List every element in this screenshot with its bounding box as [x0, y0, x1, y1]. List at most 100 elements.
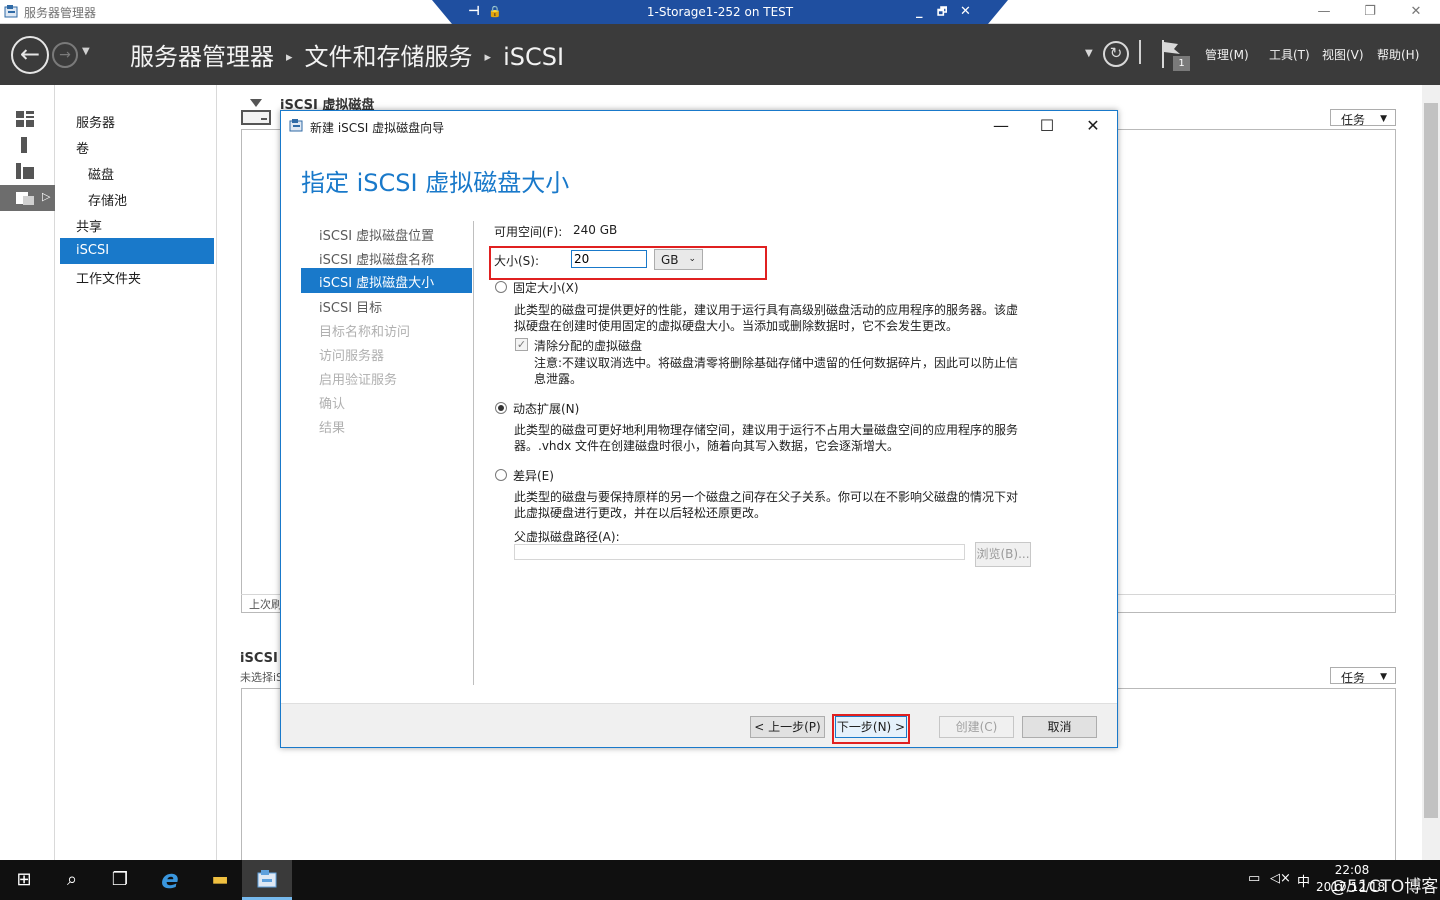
- fixed-size-desc-1: 此类型的磁盘可提供更好的性能，建议用于运行具有高级别磁盘活动的应用程序的服务器。…: [514, 303, 1019, 317]
- dynamic-expand-radio[interactable]: [495, 402, 507, 414]
- dynamic-expand-desc-2: 器。.vhdx 文件在创建磁盘时很小，随着向其写入数据，它会逐渐增大。: [514, 439, 900, 453]
- dashboard-icon[interactable]: [16, 111, 34, 127]
- available-space-label: 可用空间(F):: [494, 225, 563, 239]
- clear-vdisk-checkbox[interactable]: ✓: [515, 338, 528, 351]
- volume-icon[interactable]: ◁×: [1270, 871, 1291, 886]
- wizard-minimize-button[interactable]: —: [981, 113, 1021, 139]
- parent-path-input[interactable]: [514, 544, 965, 560]
- step-access-servers: 访问服务器: [319, 349, 385, 364]
- nav-item-iscsi-label: iSCSI: [76, 243, 110, 258]
- nav-pane: 服务器 卷 磁盘 存储池 共享 iSCSI 工作文件夹: [56, 85, 217, 860]
- nav-item-disks[interactable]: 磁盘: [88, 164, 114, 183]
- breadcrumb-item[interactable]: 服务器管理器: [130, 43, 274, 71]
- file-explorer-icon[interactable]: ▬: [196, 860, 244, 900]
- step-vdisk-size-label: iSCSI 虚拟磁盘大小: [319, 276, 435, 291]
- wizard-app-icon: [289, 119, 303, 132]
- menu-view[interactable]: 视图(V): [1322, 46, 1364, 63]
- internet-explorer-icon[interactable]: e: [146, 860, 194, 900]
- step-iscsi-target[interactable]: iSCSI 目标: [319, 297, 382, 316]
- tasks-label: 任务: [1341, 113, 1366, 127]
- history-dropdown-icon[interactable]: ▼: [82, 46, 90, 57]
- menu-help[interactable]: 帮助(H): [1377, 46, 1419, 63]
- fixed-size-radio[interactable]: [495, 281, 507, 293]
- step-confirm: 确认: [319, 397, 346, 412]
- outer-window-title: 服务器管理器: [24, 6, 97, 20]
- close-button[interactable]: ✕: [1404, 2, 1428, 22]
- breadcrumb-item[interactable]: 文件和存储服务: [305, 43, 473, 71]
- nav-item-volumes[interactable]: 卷: [76, 138, 89, 157]
- rdp-close-button[interactable]: ✕: [960, 3, 971, 21]
- wizard-divider: [473, 221, 474, 685]
- nav-item-work-folders[interactable]: 工作文件夹: [76, 268, 141, 287]
- breadcrumb-item[interactable]: iSCSI: [503, 43, 564, 71]
- rdp-restore-button[interactable]: 🗗: [937, 3, 947, 21]
- server-manager-taskbar-button[interactable]: [242, 860, 292, 900]
- clear-vdisk-note-1: 注意:不建议取消选中。将磁盘清零将删除基础存储中遗留的任何数据碎片，因此可以防止…: [534, 356, 1019, 370]
- nav-item-servers[interactable]: 服务器: [76, 112, 115, 131]
- lower-section-title: iSCSI: [240, 651, 278, 666]
- wizard-close-button[interactable]: ✕: [1073, 113, 1113, 139]
- wizard-title: 新建 iSCSI 虚拟磁盘向导: [310, 121, 445, 135]
- differencing-desc-1: 此类型的磁盘与要保持原样的另一个磁盘之间存在父子关系。你可以在不影响父磁盘的情况…: [514, 490, 1019, 504]
- cancel-button[interactable]: 取消: [1022, 716, 1097, 738]
- tasks-dropdown-bottom[interactable]: 任务 ▼: [1330, 667, 1396, 685]
- start-icon[interactable]: ⊞: [0, 860, 48, 900]
- taskbar: ⊞ ⌕ ❐ e ▬ ▭ ◁× 中 22:08 2017/12/18 @51CTO…: [0, 860, 1440, 900]
- differencing-desc-2: 此虚拟硬盘进行更改，并在以后轻松还原更改。: [514, 506, 767, 520]
- tasks-dropdown-top[interactable]: 任务 ▼: [1330, 109, 1396, 127]
- differencing-radio[interactable]: [495, 469, 507, 481]
- differencing-label[interactable]: 差异(E): [513, 467, 554, 484]
- available-space-value: 240 GB: [573, 223, 618, 237]
- nav-item-storage-pools[interactable]: 存储池: [88, 190, 127, 209]
- browse-button[interactable]: 浏览(B)...: [975, 542, 1031, 567]
- menu-manage[interactable]: 管理(M): [1205, 46, 1249, 63]
- fixed-size-label[interactable]: 固定大小(X): [513, 279, 579, 296]
- clear-vdisk-note-2: 息泄露。: [534, 372, 583, 386]
- nav-item-iscsi[interactable]: iSCSI: [60, 238, 214, 264]
- step-vdisk-name[interactable]: iSCSI 虚拟磁盘名称: [319, 249, 434, 268]
- vertical-scrollbar[interactable]: [1422, 85, 1440, 860]
- task-view-icon[interactable]: ❐: [96, 860, 144, 900]
- menu-tools[interactable]: 工具(T): [1269, 46, 1310, 63]
- file-storage-nav-active[interactable]: ▷: [0, 185, 55, 211]
- step-vdisk-size[interactable]: iSCSI 虚拟磁盘大小: [301, 268, 472, 293]
- create-button: 创建(C): [939, 716, 1014, 738]
- breadcrumb-separator: ▸: [286, 50, 293, 65]
- rdp-minimize-button[interactable]: _: [916, 3, 923, 21]
- clear-vdisk-label[interactable]: 清除分配的虚拟磁盘: [534, 337, 642, 354]
- local-server-icon[interactable]: [16, 137, 34, 153]
- step-results: 结果: [319, 421, 346, 436]
- previous-button[interactable]: < 上一步(P): [750, 716, 825, 738]
- notification-dropdown-icon[interactable]: ▼: [1085, 48, 1093, 59]
- forward-button[interactable]: →: [52, 42, 78, 68]
- network-icon[interactable]: ▭: [1248, 871, 1260, 886]
- refresh-icon[interactable]: ↻: [1103, 41, 1129, 67]
- all-servers-icon[interactable]: [16, 163, 34, 179]
- wizard-heading: 指定 iSCSI 虚拟磁盘大小: [301, 169, 570, 197]
- tasks-label: 任务: [1341, 671, 1366, 685]
- notification-badge: 1: [1173, 56, 1190, 71]
- scrollbar-thumb[interactable]: [1424, 103, 1438, 818]
- server-manager-icon: [4, 5, 18, 18]
- icon-strip: ▷: [0, 85, 55, 860]
- maximize-button[interactable]: ❐: [1358, 2, 1382, 22]
- lower-section-subtitle: 未选择iS: [240, 671, 284, 684]
- ime-indicator[interactable]: 中: [1297, 871, 1310, 890]
- rdp-connection-bar: ⊣ 🔒 1-Storage1-252 on TEST _ 🗗 ✕: [432, 0, 1008, 24]
- minimize-button[interactable]: —: [1312, 2, 1336, 22]
- dynamic-expand-desc-1: 此类型的磁盘可更好地利用物理存储空间，建议用于运行不占用大量磁盘空间的应用程序的…: [514, 423, 1019, 437]
- file-storage-icon: [16, 192, 34, 205]
- fixed-size-desc-2: 拟硬盘在创建时使用固定的虚拟硬盘大小。当添加或删除数据时，它不会发生更改。: [514, 319, 959, 333]
- back-button[interactable]: ←: [11, 36, 49, 74]
- step-enable-auth: 启用验证服务: [319, 373, 398, 388]
- chevron-down-icon: ▼: [1380, 114, 1387, 124]
- wizard-maximize-button[interactable]: ☐: [1027, 113, 1067, 139]
- header-divider: [1139, 40, 1141, 64]
- wizard-titlebar: 新建 iSCSI 虚拟磁盘向导 — ☐ ✕: [281, 111, 1117, 141]
- search-icon[interactable]: ⌕: [48, 860, 96, 900]
- step-vdisk-location[interactable]: iSCSI 虚拟磁盘位置: [319, 225, 434, 244]
- dynamic-expand-label[interactable]: 动态扩展(N): [513, 400, 579, 417]
- iscsi-disk-icon: [241, 99, 271, 125]
- nav-item-shares[interactable]: 共享: [76, 216, 102, 235]
- watermark-text: @51CTO博客: [1330, 877, 1439, 897]
